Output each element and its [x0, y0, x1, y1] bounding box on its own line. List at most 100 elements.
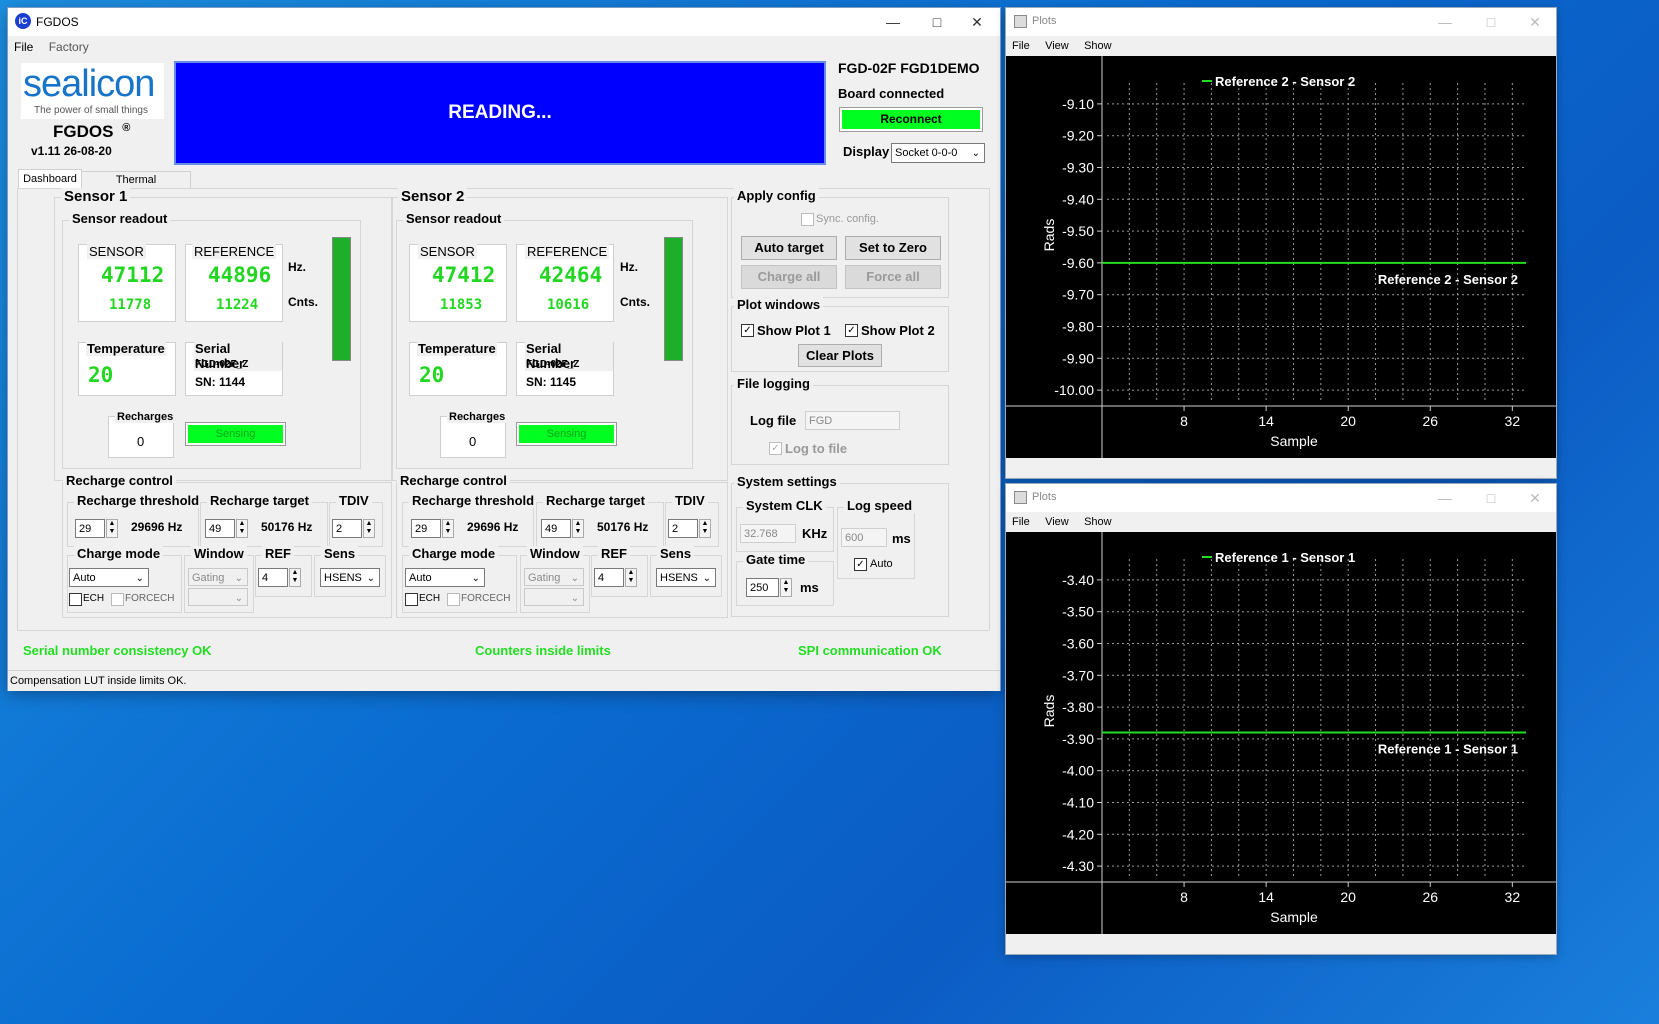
- sensor1-threshold-input[interactable]: 29: [75, 519, 105, 538]
- sensor1-sensor-hz: 47112: [101, 263, 165, 287]
- file-logging-title: File logging: [734, 376, 813, 391]
- log-to-file-checkbox[interactable]: ✓: [769, 442, 782, 455]
- apply-config-title: Apply config: [734, 188, 819, 203]
- sensor1-readout-title: Sensor readout: [69, 211, 171, 226]
- plot1-menu-view[interactable]: View: [1039, 514, 1075, 528]
- sensor2-ech-label: ECH: [419, 593, 441, 604]
- sensor2-target-spinner[interactable]: ▲ ▼: [572, 519, 584, 538]
- sensor1-level-bar: [332, 237, 351, 361]
- plot1-title-bar[interactable]: Plots — □ ✕: [1006, 484, 1556, 512]
- sensor1-tdiv-spinner[interactable]: ▲ ▼: [363, 519, 375, 538]
- sensor1-title: Sensor 1: [61, 188, 131, 205]
- tab-thermal-compensation[interactable]: Thermal compensation: [81, 171, 191, 202]
- status-display: READING...: [174, 61, 826, 165]
- sensor2-threshold-input[interactable]: 29: [411, 519, 441, 538]
- sensor2-serial-sn: SN: 1145: [526, 375, 577, 389]
- system-clk-input[interactable]: 32.768: [740, 524, 796, 543]
- gate-time-input[interactable]: 250: [746, 578, 779, 597]
- plot1-canvas[interactable]: -3.40 -3.50 -3.60 -3.70 -3.80 -3.90 -4.00 -4.10…: [1006, 532, 1556, 934]
- sync-config-checkbox[interactable]: [801, 213, 814, 226]
- sensor1-ref-spinner[interactable]: ▲ ▼: [289, 568, 301, 587]
- sensor2-chargemode-select[interactable]: Auto ⌄: [405, 568, 485, 587]
- system-settings-title: System settings: [734, 474, 840, 489]
- maximize-icon[interactable]: □: [1468, 8, 1514, 36]
- sensor2-threshold-spinner[interactable]: ▲ ▼: [442, 519, 454, 538]
- auto-target-button[interactable]: Auto target: [741, 236, 837, 260]
- sensor2-forcech-checkbox[interactable]: [447, 593, 460, 606]
- sensor1-sens-select[interactable]: HSENS ⌄: [320, 568, 380, 587]
- sensor1-target-spinner[interactable]: ▲ ▼: [236, 519, 248, 538]
- sensor2-threshold-hz: 29696 Hz: [467, 520, 519, 534]
- y-tick-label: -4.00: [1062, 763, 1094, 779]
- y-axis-label: Rads: [1041, 695, 1057, 728]
- tab-dashboard[interactable]: Dashboard: [18, 169, 82, 189]
- sensor1-reference-label: REFERENCE: [192, 244, 277, 259]
- sensor2-tdiv-spinner[interactable]: ▲ ▼: [699, 519, 711, 538]
- y-tick-label: -9.90: [1062, 350, 1094, 366]
- plot2-canvas[interactable]: -9.10 -9.20 -9.30 -9.40 -9.50 -9.60 -9.70 -9.80…: [1006, 56, 1556, 458]
- sensor2-ref-spinner[interactable]: ▲ ▼: [625, 568, 637, 587]
- log-to-file-label: Log to file: [785, 441, 848, 456]
- plot1-menu-file[interactable]: File: [1006, 514, 1036, 528]
- reconnect-button[interactable]: Reconnect: [839, 107, 983, 132]
- y-tick-label: -3.40: [1062, 572, 1094, 588]
- maximize-icon[interactable]: □: [1468, 484, 1514, 512]
- sensor2-recharges-value: 0: [469, 434, 477, 449]
- log-file-input[interactable]: FGD: [805, 411, 900, 430]
- sensor2-threshold-label: Recharge threshold: [409, 493, 538, 508]
- menu-factory[interactable]: Factory: [43, 38, 95, 54]
- plot1-menu-show[interactable]: Show: [1078, 514, 1118, 528]
- sensor2-recharges-label: Recharges: [447, 411, 508, 423]
- sensor1-window-value: Gating: [192, 572, 225, 584]
- auto-checkbox[interactable]: ✓: [854, 558, 867, 571]
- log-speed-input[interactable]: 600: [841, 528, 887, 547]
- minimize-icon[interactable]: —: [1422, 8, 1468, 36]
- registered-mark: ®: [122, 122, 131, 134]
- product-label: FGDOS: [53, 122, 114, 141]
- sensor1-target-input[interactable]: 49: [205, 519, 235, 538]
- sensor2-sens-select[interactable]: HSENS ⌄: [656, 568, 716, 587]
- menu-file[interactable]: File: [8, 38, 39, 54]
- sensor2-window-select[interactable]: Gating ⌄: [524, 568, 584, 586]
- gate-time-spinner[interactable]: ▲ ▼: [780, 578, 792, 597]
- sensor2-target-input[interactable]: 49: [541, 519, 571, 538]
- set-to-zero-button[interactable]: Set to Zero: [845, 236, 941, 260]
- sensor1-tdiv-input[interactable]: 2: [332, 519, 362, 538]
- close-icon[interactable]: ✕: [1512, 8, 1558, 36]
- log-speed-unit: ms: [892, 531, 911, 546]
- plot2-title-bar[interactable]: Plots — □ ✕: [1006, 8, 1556, 36]
- close-icon[interactable]: ✕: [954, 8, 1000, 36]
- sensor1-window-select-2[interactable]: ⌄: [188, 588, 248, 606]
- display-select[interactable]: Socket 0-0-0 ⌄: [891, 143, 985, 163]
- plot2-menu-file[interactable]: File: [1006, 38, 1036, 52]
- sensor2-tdiv-input[interactable]: 2: [668, 519, 698, 538]
- chevron-down-icon: ⌄: [570, 573, 579, 584]
- sensor2-sens-label: Sens: [657, 546, 695, 561]
- sensor1-window-select[interactable]: Gating ⌄: [188, 568, 248, 586]
- sensor2-ech-checkbox[interactable]: [405, 593, 418, 606]
- clear-plots-button[interactable]: Clear Plots: [798, 344, 882, 367]
- force-all-button[interactable]: Force all: [845, 265, 941, 289]
- charge-all-button[interactable]: Charge all: [741, 265, 837, 289]
- title-bar[interactable]: iC FGDOS — □ ✕: [8, 8, 1000, 36]
- sensor1-ech-checkbox[interactable]: [69, 593, 82, 606]
- sensor1-threshold-spinner[interactable]: ▲ ▼: [106, 519, 118, 538]
- y-tick-label: -9.20: [1062, 128, 1094, 144]
- show-plot2-checkbox[interactable]: ✓: [845, 324, 858, 337]
- sensor1-forcech-checkbox[interactable]: [111, 593, 124, 606]
- close-icon[interactable]: ✕: [1512, 484, 1558, 512]
- y-tick-label: -9.50: [1062, 223, 1094, 239]
- plot2-menu-show[interactable]: Show: [1078, 38, 1118, 52]
- sensor1-ref-input[interactable]: 4: [258, 568, 288, 587]
- minimize-icon[interactable]: —: [870, 8, 916, 36]
- sensor2-ref-hz: 42464: [539, 263, 603, 287]
- minimize-icon[interactable]: —: [1422, 484, 1468, 512]
- sensor2-ref-input[interactable]: 4: [594, 568, 624, 587]
- show-plot1-checkbox[interactable]: ✓: [741, 324, 754, 337]
- sensor1-serial-sn: SN: 1144: [195, 375, 246, 389]
- sensor2-window-select-2[interactable]: ⌄: [524, 588, 584, 606]
- plot2-menu-view[interactable]: View: [1039, 38, 1075, 52]
- sensor1-chargemode-select[interactable]: Auto ⌄: [69, 568, 149, 587]
- sensor2-recharges-box: Recharges 0: [440, 411, 508, 458]
- sensor1-threshold-label: Recharge threshold: [74, 493, 203, 508]
